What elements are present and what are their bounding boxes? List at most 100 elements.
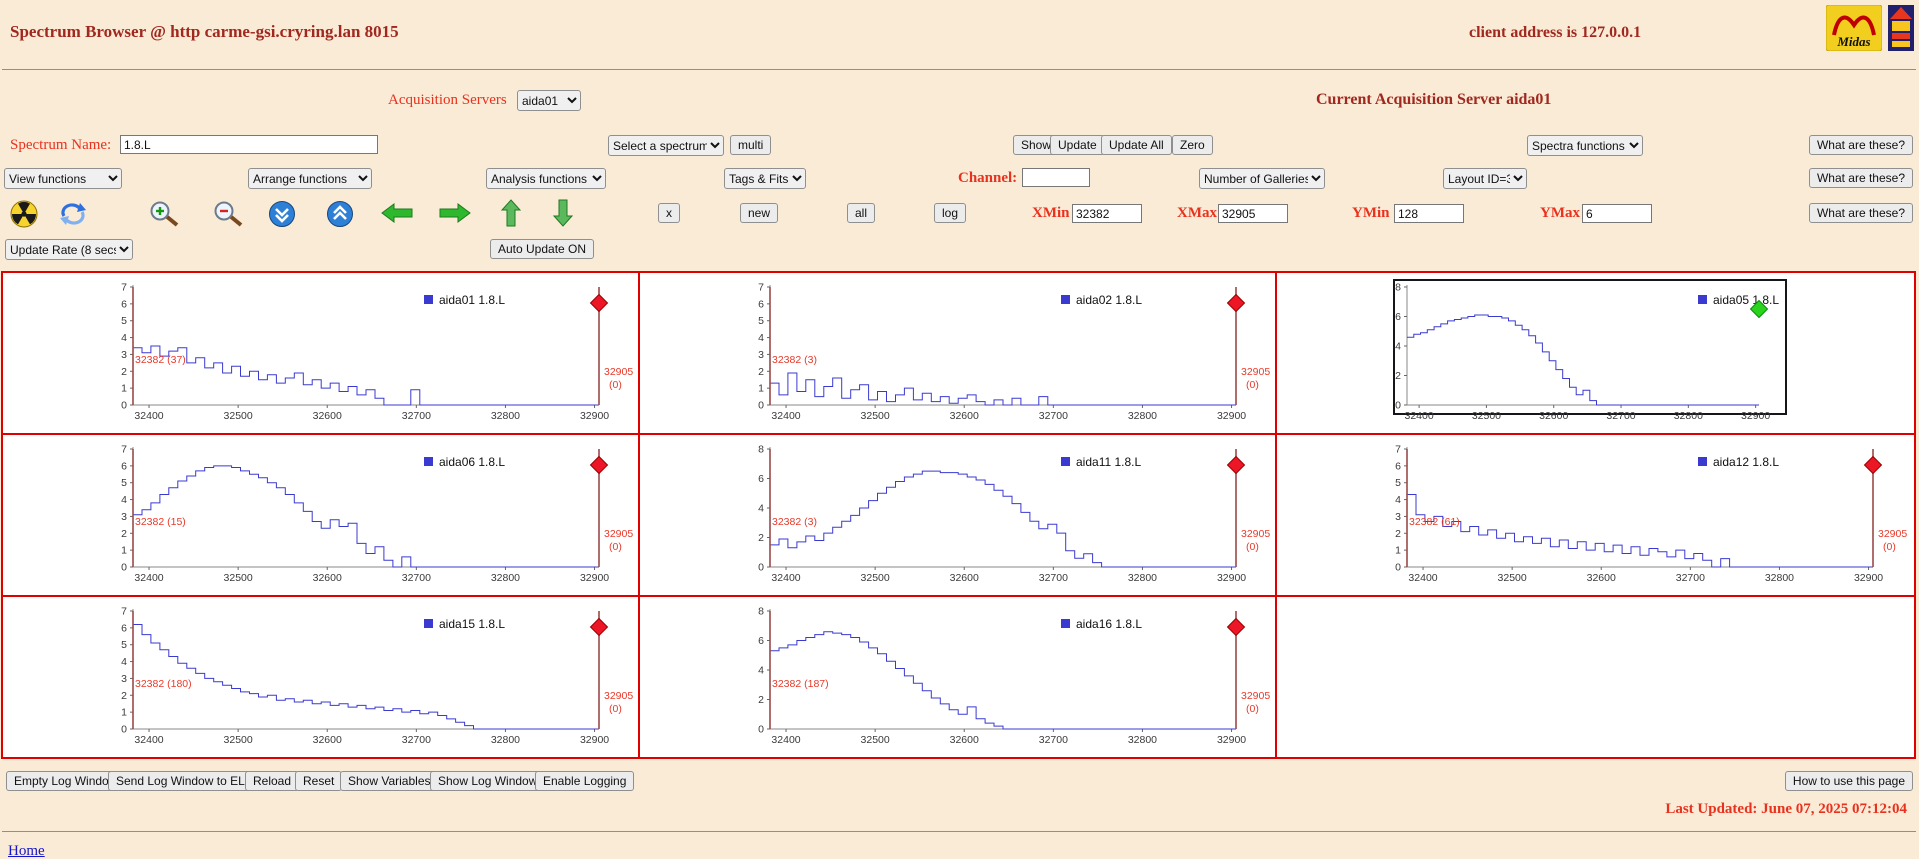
chart-cell-aida02[interactable]: 0123456732400325003260032700328003290032…: [640, 273, 1277, 435]
auto-update-button[interactable]: Auto Update ON: [490, 239, 594, 259]
xmax-input[interactable]: [1218, 204, 1288, 223]
legend-label: aida15 1.8.L: [439, 617, 505, 631]
xmax-marker-diamond[interactable]: [1228, 295, 1245, 312]
xmax-marker-diamond[interactable]: [1865, 457, 1882, 474]
xmax-marker-diamond[interactable]: [591, 457, 608, 474]
arrow-down-icon[interactable]: [552, 198, 574, 233]
y-tick-label: 3: [121, 511, 127, 523]
refresh-icon[interactable]: [58, 200, 88, 232]
y-tick-label: 6: [1395, 460, 1401, 472]
layout-id-select[interactable]: Layout ID=3: [1443, 168, 1527, 189]
chart-cell-aida06[interactable]: 0123456732400325003260032700328003290032…: [3, 435, 640, 597]
y-tick-label: 2: [758, 366, 764, 378]
what-are-these-button[interactable]: What are these?: [1809, 168, 1913, 188]
y-tick-label: 4: [121, 494, 127, 506]
spectrum-plot-aida12: 0123456732400325003260032700328003290032…: [1277, 435, 1914, 595]
zoom-out-icon[interactable]: [212, 200, 244, 233]
x-tick-label: 32800: [1674, 410, 1703, 422]
zero-button[interactable]: Zero: [1172, 135, 1213, 155]
xmax-marker-diamond[interactable]: [1228, 619, 1245, 636]
show-log-window-button[interactable]: Show Log Window: [430, 771, 545, 791]
log-button[interactable]: log: [934, 203, 966, 223]
reload-button[interactable]: Reload: [245, 771, 299, 791]
how-to-use-button[interactable]: How to use this page: [1785, 771, 1913, 791]
xmin-annotation: 32382 (61): [1409, 516, 1460, 528]
update-button[interactable]: Update: [1050, 135, 1105, 155]
view-functions-select[interactable]: View functions: [4, 168, 122, 189]
x-tick-label: 32800: [491, 572, 520, 584]
secondary-logo[interactable]: [1888, 5, 1914, 56]
spectra-functions-select[interactable]: Spectra functions: [1527, 135, 1643, 156]
acquisition-servers-label: Acquisition Servers: [388, 92, 507, 109]
arrow-right-icon[interactable]: [438, 202, 472, 229]
y-tick-label: 5: [121, 639, 127, 651]
what-are-these-button[interactable]: What are these?: [1809, 135, 1913, 155]
midas-logo[interactable]: Midas: [1826, 5, 1882, 56]
enable-logging-button[interactable]: Enable Logging: [535, 771, 634, 791]
update-all-button[interactable]: Update All: [1101, 135, 1172, 155]
zoom-in-icon[interactable]: [148, 200, 180, 233]
arrow-left-icon[interactable]: [380, 202, 414, 229]
legend-swatch: [1698, 457, 1707, 466]
scroll-up-icon[interactable]: [326, 200, 354, 233]
update-rate-select[interactable]: Update Rate (8 secs): [5, 239, 133, 260]
ymax-label: YMax: [1540, 205, 1580, 222]
new-button[interactable]: new: [740, 203, 778, 223]
xmax-annotation: 32905(0): [1241, 690, 1270, 715]
tags-fits-select[interactable]: Tags & Fits: [724, 168, 806, 189]
icon-toolbar-row: x new all log XMin XMax YMin YMax What a…: [0, 198, 1919, 230]
spectrum-plot-aida01: 0123456732400325003260032700328003290032…: [3, 273, 640, 433]
ymax-input[interactable]: [1582, 204, 1652, 223]
spectrum-name-input[interactable]: [120, 135, 378, 154]
xmax-marker-diamond[interactable]: [591, 619, 608, 636]
chart-cell-aida11[interactable]: 0246832400325003260032700328003290032382…: [640, 435, 1277, 597]
channel-input[interactable]: [1022, 168, 1090, 187]
spectrum-trace: [770, 373, 1236, 405]
y-tick-label: 7: [758, 282, 764, 294]
svg-text:Midas: Midas: [1836, 34, 1870, 49]
xmin-annotation: 32382 (187): [772, 678, 829, 690]
y-tick-label: 2: [121, 690, 127, 702]
xmin-annotation: 32382 (15): [135, 516, 186, 528]
arrow-up-icon[interactable]: [500, 198, 522, 233]
x-tick-label: 32700: [1606, 410, 1635, 422]
chart-cell-aida12[interactable]: 0123456732400325003260032700328003290032…: [1277, 435, 1914, 597]
x-tick-label: 32600: [950, 734, 979, 746]
chart-cell-aida15[interactable]: 0123456732400325003260032700328003290032…: [3, 597, 640, 757]
xmax-marker-diamond[interactable]: [1228, 457, 1245, 474]
arrange-functions-select[interactable]: Arrange functions: [248, 168, 372, 189]
y-tick-label: 3: [121, 349, 127, 361]
xmin-input[interactable]: [1072, 204, 1142, 223]
legend-label: aida01 1.8.L: [439, 293, 505, 307]
y-tick-label: 5: [121, 315, 127, 327]
select-a-spectrum[interactable]: Select a spectrum: [608, 135, 724, 156]
y-tick-label: 6: [121, 460, 127, 472]
scroll-down-icon[interactable]: [268, 200, 296, 233]
acquisition-server-select[interactable]: aida01: [517, 90, 581, 111]
functions-row: View functions Arrange functions Analysi…: [0, 166, 1919, 194]
xmax-marker-diamond[interactable]: [591, 295, 608, 312]
y-tick-label: 1: [121, 545, 127, 557]
analysis-functions-select[interactable]: Analysis functions: [486, 168, 606, 189]
radiation-icon[interactable]: [10, 200, 38, 233]
send-log-window-button[interactable]: Send Log Window to ELog: [108, 771, 266, 791]
chart-cell-aida05[interactable]: 02468324003250032600327003280032900aida0…: [1277, 273, 1914, 435]
home-link[interactable]: Home: [8, 843, 45, 859]
all-button[interactable]: all: [847, 203, 875, 223]
x-tick-label: 32500: [861, 410, 890, 422]
spectrum-trace: [1407, 315, 1759, 405]
what-are-these-button[interactable]: What are these?: [1809, 203, 1913, 223]
multi-button[interactable]: multi: [730, 135, 771, 155]
y-tick-label: 4: [758, 665, 764, 677]
reset-button[interactable]: Reset: [295, 771, 342, 791]
chart-cell-aida16[interactable]: 0246832400325003260032700328003290032382…: [640, 597, 1277, 757]
x-tick-label: 32400: [771, 410, 800, 422]
x-tick-label: 32700: [402, 734, 431, 746]
y-tick-label: 6: [758, 635, 764, 647]
x-button[interactable]: x: [658, 203, 680, 223]
legend-label: aida16 1.8.L: [1076, 617, 1142, 631]
chart-cell-aida01[interactable]: 0123456732400325003260032700328003290032…: [3, 273, 640, 435]
number-of-galleries-select[interactable]: Number of Galleries: [1199, 168, 1325, 189]
show-variables-button[interactable]: Show Variables: [340, 771, 439, 791]
ymin-input[interactable]: [1394, 204, 1464, 223]
